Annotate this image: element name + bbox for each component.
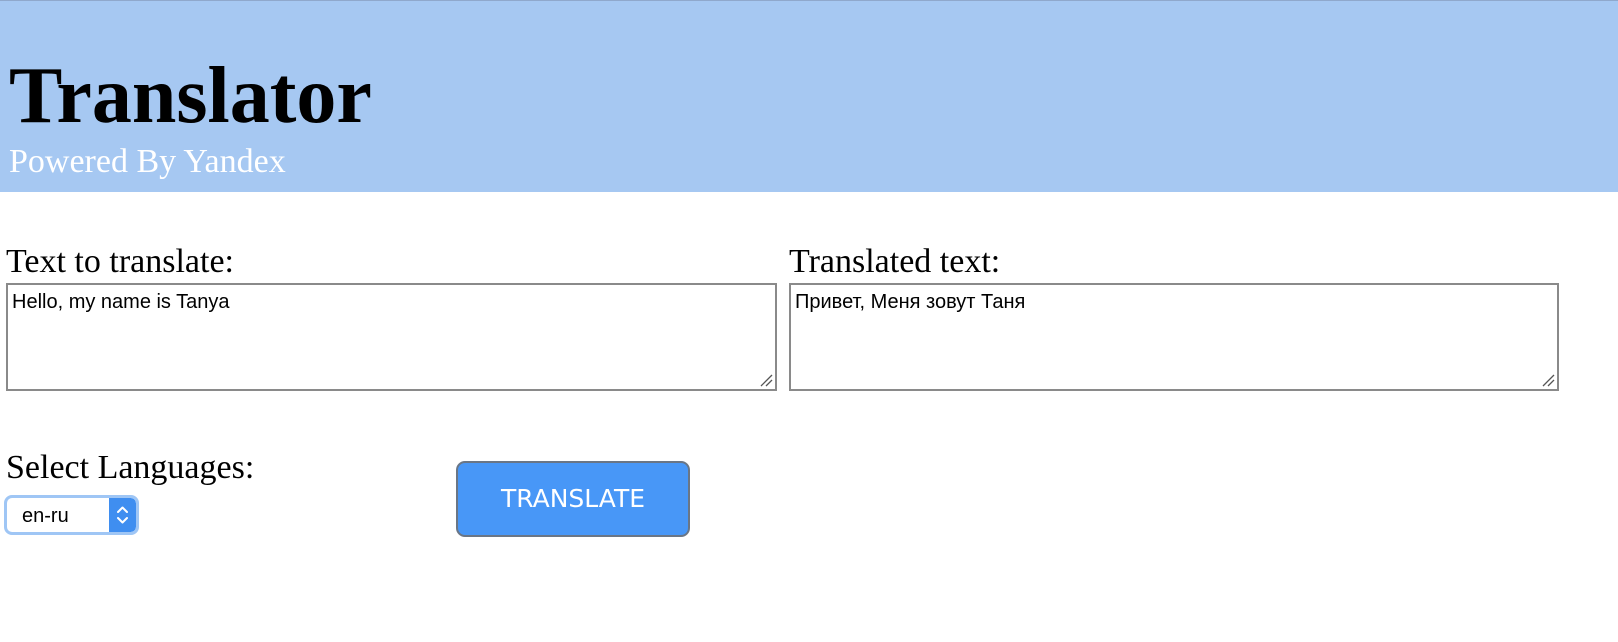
language-pair-selected-value: en-ru xyxy=(22,505,69,527)
resize-grip-icon[interactable] xyxy=(759,373,773,387)
translated-text-label: Translated text: xyxy=(789,243,1001,280)
up-down-chevron-icon xyxy=(117,506,128,524)
translated-text-output[interactable]: Привет, Меня зовут Таня xyxy=(789,283,1559,391)
source-text-label: Text to translate: xyxy=(6,243,234,280)
page-subtitle: Powered By Yandex xyxy=(9,143,286,180)
select-arrow-box[interactable] xyxy=(109,498,136,532)
resize-grip-icon[interactable] xyxy=(1541,373,1555,387)
source-text-input[interactable]: Hello, my name is Tanya xyxy=(6,283,777,391)
select-languages-label: Select Languages: xyxy=(6,449,255,486)
header-banner: Translator Powered By Yandex xyxy=(0,0,1618,192)
page-title: Translator xyxy=(9,52,372,140)
translate-button[interactable]: TRANSLATE xyxy=(456,461,690,537)
language-pair-select[interactable]: en-ru xyxy=(4,495,139,535)
